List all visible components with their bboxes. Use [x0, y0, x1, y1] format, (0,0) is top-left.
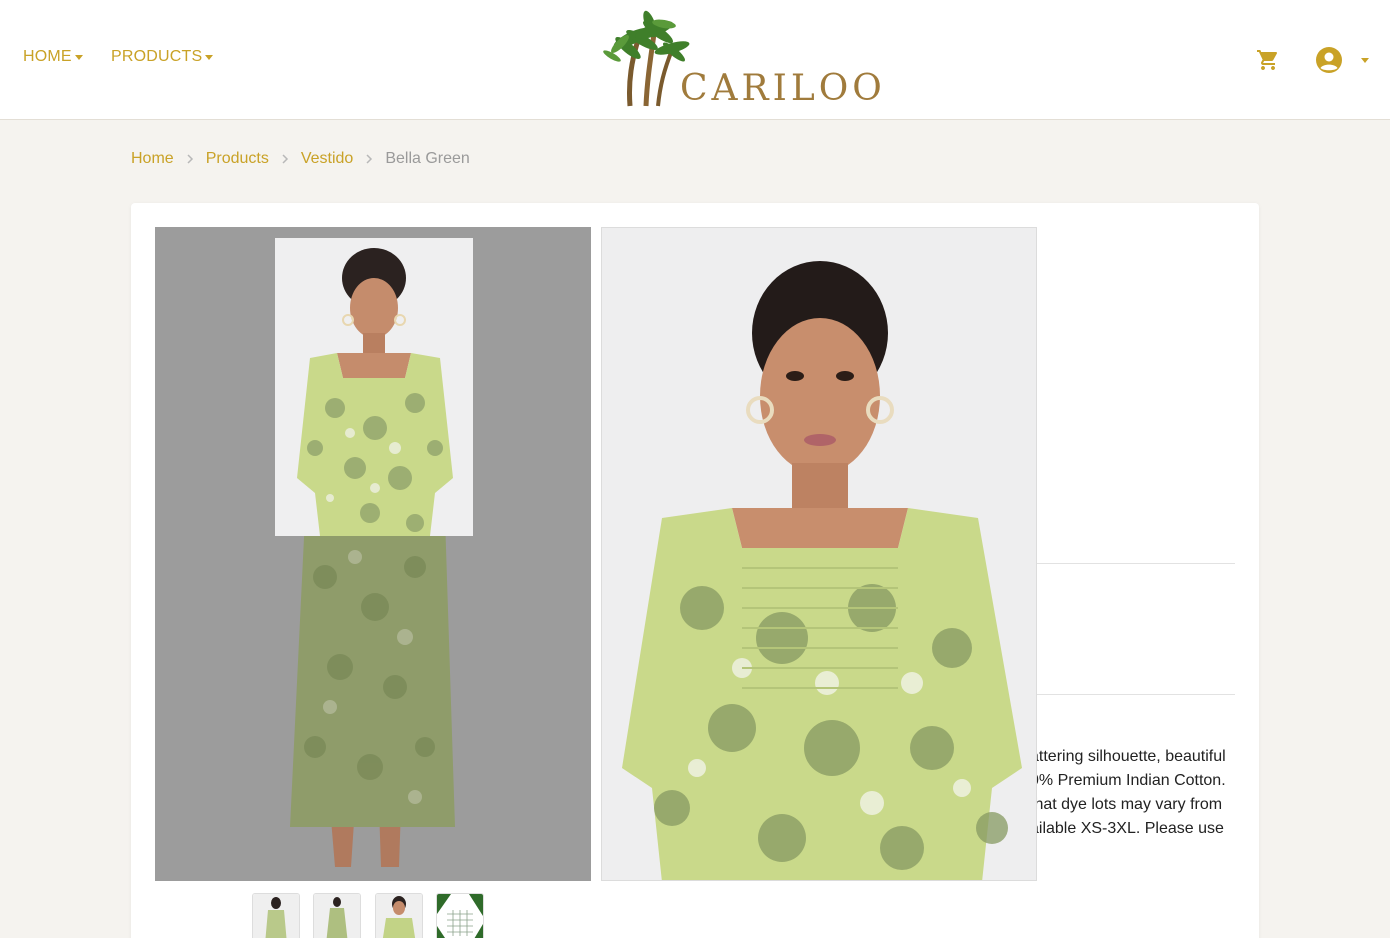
logo-wordmark: CARILOO — [680, 68, 886, 109]
site-logo[interactable]: CARILOO — [592, 10, 882, 110]
nav-products-label: PRODUCTS — [111, 48, 203, 65]
description-line: ailable XS-3XL. Please use — [1030, 820, 1224, 837]
breadcrumb-products[interactable]: Products — [206, 150, 269, 168]
thumbnail-dress-front[interactable] — [252, 893, 300, 938]
magnifier-lens[interactable] — [275, 238, 473, 536]
nav-home-dropdown[interactable]: HOME — [23, 48, 83, 66]
caret-down-icon — [205, 54, 214, 60]
divider — [1037, 694, 1235, 695]
thumbnail-dress-closeup[interactable] — [375, 893, 423, 938]
chevron-right-icon — [269, 154, 301, 164]
product-description: attering silhouette, beautiful 0% Premiu… — [1030, 745, 1235, 841]
breadcrumb-home[interactable]: Home — [131, 150, 174, 168]
account-circle-icon[interactable] — [1315, 46, 1343, 74]
chevron-right-icon — [174, 154, 206, 164]
breadcrumb: Home Products Vestido Bella Green — [131, 150, 470, 168]
model-zoomed-image — [622, 261, 1022, 880]
breadcrumb-current: Bella Green — [385, 150, 470, 167]
caret-down-icon — [74, 54, 83, 60]
thumbnail-dress-full[interactable] — [313, 893, 361, 938]
palm-trees-icon — [603, 10, 690, 107]
account-caret-down-icon[interactable] — [1361, 58, 1369, 63]
site-header: HOME PRODUCTS CARILOO — [0, 0, 1390, 120]
nav-home-label: HOME — [23, 48, 72, 65]
breadcrumb-vestido[interactable]: Vestido — [301, 150, 353, 168]
product-main-image[interactable] — [155, 227, 591, 881]
cart-icon[interactable] — [1255, 48, 1281, 72]
thumbnail-size-chart[interactable] — [436, 893, 484, 938]
description-line: attering silhouette, beautiful — [1030, 748, 1226, 765]
description-line: 0% Premium Indian Cotton. — [1030, 772, 1226, 789]
divider — [1037, 563, 1235, 564]
model-upper-body-image — [297, 248, 453, 536]
zoom-preview-pane — [601, 227, 1037, 881]
description-line: that dye lots may vary from — [1030, 796, 1223, 813]
nav-products-dropdown[interactable]: PRODUCTS — [111, 48, 214, 66]
chevron-right-icon — [353, 154, 385, 164]
